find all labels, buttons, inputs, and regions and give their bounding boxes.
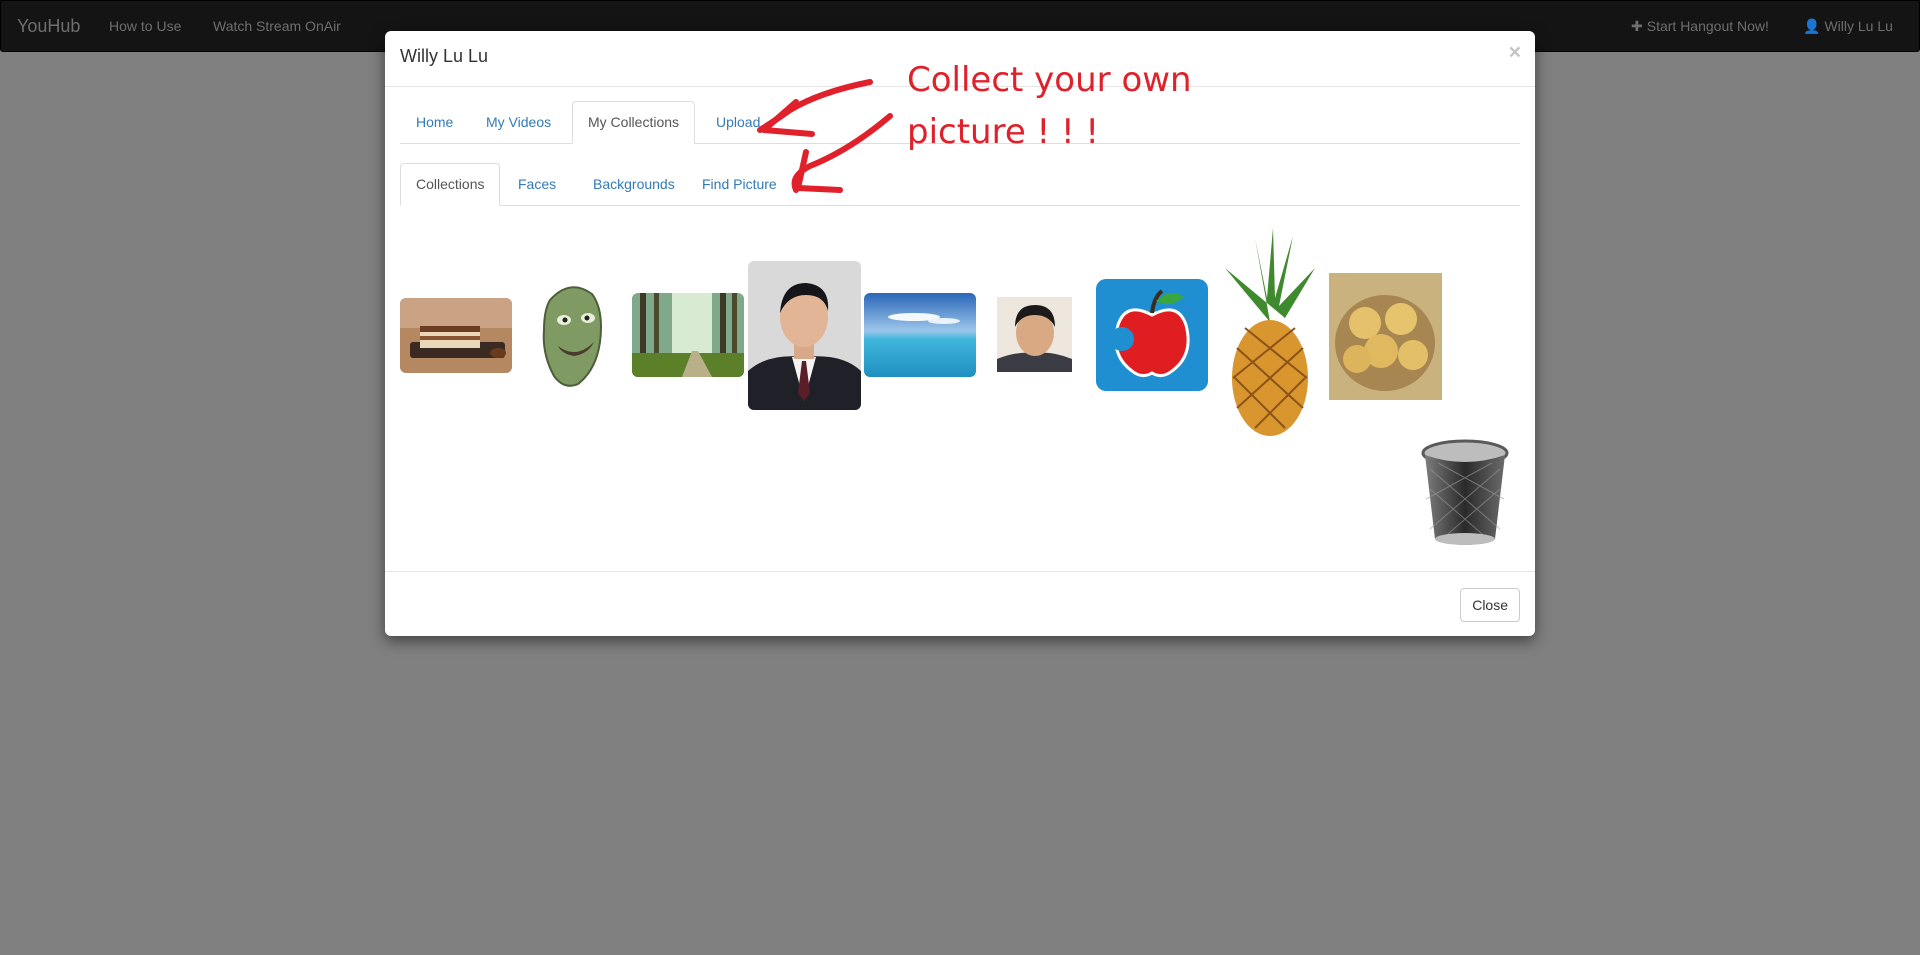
user-icon: 👤 [1803,18,1821,34]
nav-watch-stream[interactable]: Watch Stream OnAir [213,1,341,51]
tab-upload[interactable]: Upload [700,101,776,142]
close-button[interactable]: Close [1460,588,1520,622]
subtab-find-picture[interactable]: Find Picture [686,163,793,204]
collection-item-man-in-suit[interactable] [748,261,861,410]
plus-icon: ✚ [1631,18,1643,34]
tab-home[interactable]: Home [400,101,469,142]
start-hangout-link[interactable]: ✚ Start Hangout Now! [1631,1,1769,51]
brand-logo[interactable]: YouHub [17,1,80,51]
close-icon[interactable]: × [1509,41,1521,65]
collection-item-pineapple[interactable] [1215,228,1325,442]
collection-item-ocean-sky[interactable] [864,293,976,377]
collection-item-green-creature[interactable] [530,280,610,390]
annotation-text-line1: Collect your own [907,60,1192,100]
tab-my-collections[interactable]: My Collections [572,101,696,144]
subtab-faces[interactable]: Faces [502,163,572,204]
trash-bin-icon[interactable] [1418,439,1513,551]
annotation-text-line2: picture ! ! ! [907,112,1100,152]
collection-item-forest[interactable] [632,293,744,377]
nav-how-to-use[interactable]: How to Use [109,1,181,51]
tab-my-videos[interactable]: My Videos [470,101,567,142]
collection-item-young-man-selfie[interactable] [997,297,1072,372]
start-hangout-label: Start Hangout Now! [1646,18,1769,34]
modal-title: Willy Lu Lu [400,46,489,66]
user-menu-link[interactable]: 👤 Willy Lu Lu [1803,1,1893,51]
collection-item-apple-logo[interactable] [1096,279,1208,391]
modal-footer: Close [385,571,1535,637]
user-name-label: Willy Lu Lu [1824,18,1893,34]
subtab-backgrounds[interactable]: Backgrounds [577,163,691,204]
sub-tabs: Collections Faces Backgrounds Find Pictu… [400,163,1520,206]
collection-item-pears-basket[interactable] [1329,273,1442,400]
collection-item-tiramisu[interactable] [400,298,512,373]
subtab-collections[interactable]: Collections [400,163,501,206]
